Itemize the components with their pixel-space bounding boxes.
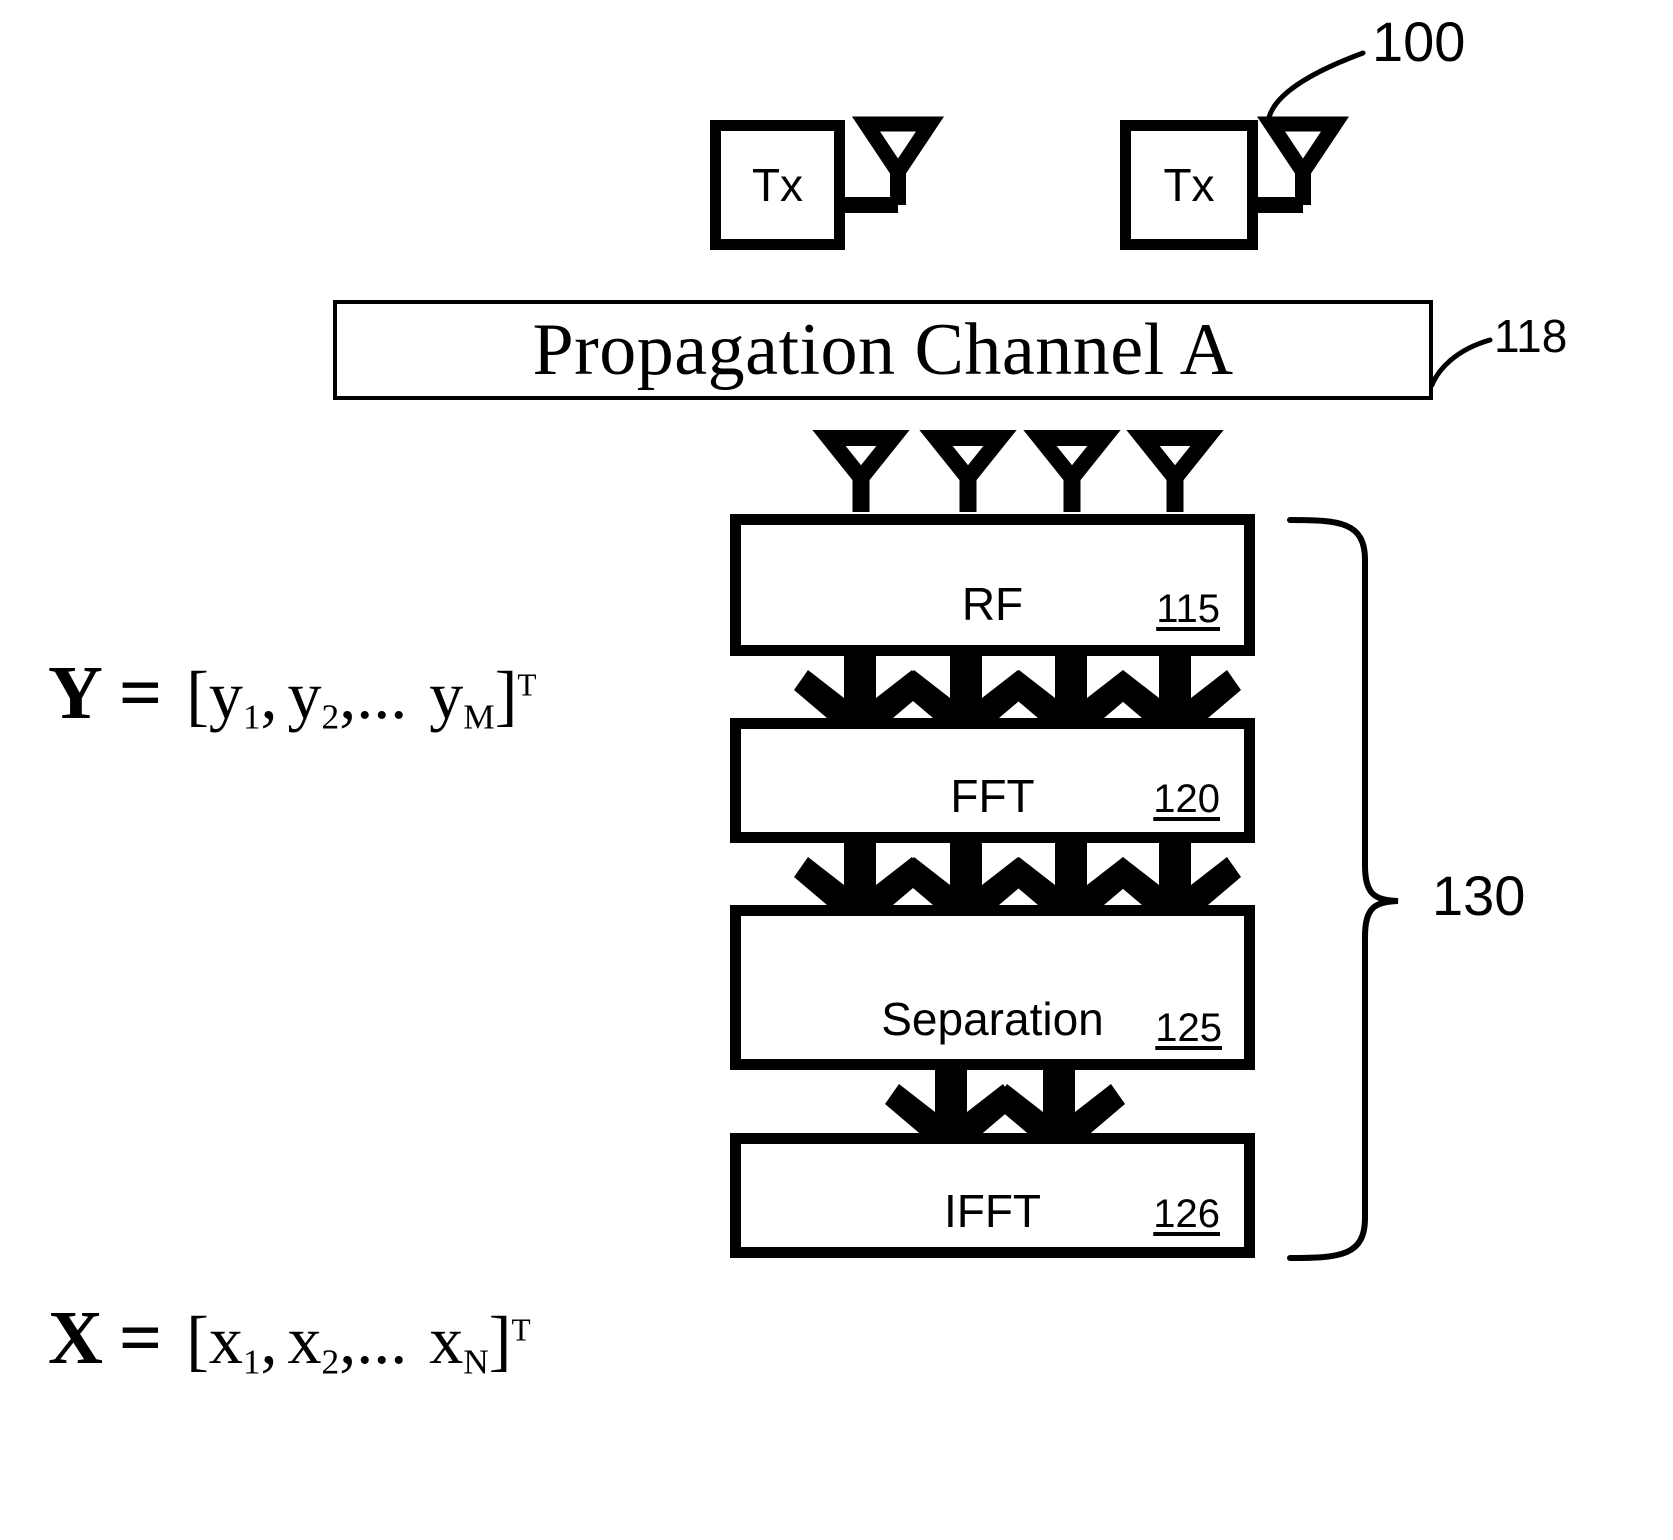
reference-numeral-130: 130	[1432, 864, 1526, 927]
transmitted-separator-1: ,	[260, 1302, 278, 1378]
received-element-2-subscript: 2	[321, 696, 340, 737]
rx-antenna-4-icon	[1126, 430, 1224, 512]
received-vector-symbol: Y	[48, 651, 103, 735]
received-element-2: y	[287, 657, 322, 733]
rf-block[interactable]: RF 115	[730, 514, 1255, 656]
received-ellipsis: ,...	[339, 657, 408, 733]
leader-line-118	[1429, 337, 1493, 388]
fft-block-reference: 120	[1153, 777, 1220, 821]
tx2-antenna-icon	[1256, 116, 1350, 213]
received-transpose-symbol: T	[517, 667, 537, 703]
patent-figure-canvas: Tx Tx 100 Propagation Channel A 118 RF 1…	[0, 0, 1673, 1540]
propagation-channel-label: Propagation Channel A	[532, 309, 1234, 391]
transmitted-vector-symbol: X	[48, 1296, 103, 1380]
received-element-m-subscript: M	[463, 696, 495, 737]
transmitted-open-bracket: [	[186, 1302, 209, 1378]
rx-antenna-3-icon	[1023, 430, 1121, 512]
transmitted-element-1-subscript: 1	[242, 1341, 261, 1382]
received-element-1-subscript: 1	[242, 696, 261, 737]
transmitted-element-n-subscript: N	[463, 1341, 489, 1382]
rx-antenna-2-icon	[919, 430, 1017, 512]
fft-block[interactable]: FFT 120	[730, 718, 1255, 843]
reference-numeral-100: 100	[1372, 10, 1466, 73]
transmitter-block-2[interactable]: Tx	[1120, 120, 1258, 250]
received-equals-sign: =	[118, 651, 163, 735]
transmitter-block-1[interactable]: Tx	[710, 120, 845, 250]
transmitted-ellipsis: ,...	[339, 1302, 408, 1378]
separation-block-reference: 125	[1155, 1006, 1222, 1050]
received-separator-1: ,	[260, 657, 278, 733]
transmitted-element-1: x	[208, 1302, 243, 1378]
receiver-group-brace	[1287, 517, 1399, 1261]
propagation-channel-block[interactable]: Propagation Channel A	[333, 300, 1433, 400]
leader-line-100	[1265, 50, 1366, 128]
transmitted-close-bracket: ]	[488, 1302, 512, 1378]
separation-block[interactable]: Separation 125	[730, 905, 1255, 1070]
transmitted-element-2: x	[287, 1302, 322, 1378]
transmitter-2-label: Tx	[1163, 159, 1215, 211]
tx1-antenna-icon	[845, 116, 945, 213]
transmitted-element-2-subscript: 2	[321, 1341, 340, 1382]
received-close-bracket: ]	[494, 657, 518, 733]
received-element-m: y	[429, 657, 464, 733]
received-vector-equation: Y = [y1, y2,... yM]T	[48, 655, 536, 735]
transmitter-1-label: Tx	[751, 159, 804, 211]
received-open-bracket: [	[186, 657, 209, 733]
received-element-1: y	[208, 657, 243, 733]
reference-numeral-118: 118	[1494, 310, 1568, 362]
transmitted-element-n: x	[429, 1302, 464, 1378]
ifft-block[interactable]: IFFT 126	[730, 1133, 1255, 1258]
transmitted-vector-equation: X = [x1, x2,... xN]T	[48, 1300, 531, 1380]
transmitted-equals-sign: =	[118, 1296, 163, 1380]
rx-antenna-1-icon	[812, 430, 910, 512]
ifft-block-reference: 126	[1153, 1192, 1220, 1236]
rf-block-reference: 115	[1156, 587, 1220, 631]
transmitted-transpose-symbol: T	[511, 1312, 531, 1348]
